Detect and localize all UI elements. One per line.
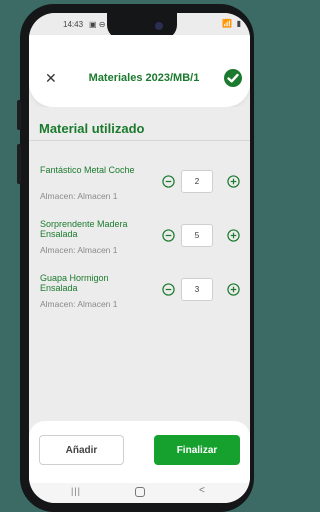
status-right-icons: 📶 ▮: [222, 19, 242, 28]
power-button: [17, 144, 21, 184]
minus-circle-icon[interactable]: [162, 283, 175, 296]
plus-circle-icon[interactable]: [227, 229, 240, 242]
divider: [29, 140, 250, 141]
list-item: Fantástico Metal Coche Almacen: Almacen …: [29, 165, 250, 213]
home-icon[interactable]: [135, 487, 145, 497]
minus-circle-icon[interactable]: [162, 229, 175, 242]
plus-circle-icon[interactable]: [227, 283, 240, 296]
material-store: Almacen: Almacen 1: [40, 299, 118, 309]
finish-button[interactable]: Finalizar: [154, 435, 240, 465]
front-camera: [155, 22, 163, 30]
material-store: Almacen: Almacen 1: [40, 191, 118, 201]
minus-circle-icon[interactable]: [162, 175, 175, 188]
back-icon[interactable]: <: [199, 485, 205, 496]
action-footer: Añadir Finalizar: [29, 421, 250, 483]
quantity-input[interactable]: 2: [181, 170, 213, 193]
section-title: Material utilizado: [39, 121, 145, 136]
plus-circle-icon[interactable]: [227, 175, 240, 188]
volume-button: [17, 100, 21, 130]
check-circle-icon[interactable]: [223, 68, 243, 88]
material-name: Guapa Hormigon Ensalada: [40, 273, 109, 293]
system-nav-bar: ||| <: [29, 483, 250, 503]
material-name: Sorprendente Madera Ensalada: [40, 219, 128, 239]
quantity-input[interactable]: 5: [181, 224, 213, 247]
status-left-icons: ▣ ⊖: [89, 20, 106, 29]
recents-icon[interactable]: |||: [71, 486, 81, 496]
app-screen: 14:43 ▣ ⊖ 📶 ▮ ✕ Materiales 2023/MB/1 Mat…: [29, 13, 250, 503]
status-time: 14:43: [63, 20, 84, 29]
quantity-input[interactable]: 3: [181, 278, 213, 301]
materials-list: Material utilizado Fantástico Metal Coch…: [29, 107, 250, 421]
material-store: Almacen: Almacen 1: [40, 245, 118, 255]
page-title: Materiales 2023/MB/1: [88, 72, 200, 84]
material-name: Fantástico Metal Coche: [40, 165, 135, 175]
list-item: Guapa Hormigon Ensalada Almacen: Almacen…: [29, 273, 250, 321]
add-button[interactable]: Añadir: [39, 435, 124, 465]
close-icon[interactable]: ✕: [45, 71, 57, 85]
list-item: Sorprendente Madera Ensalada Almacen: Al…: [29, 219, 250, 267]
app-header: ✕ Materiales 2023/MB/1: [29, 35, 250, 107]
